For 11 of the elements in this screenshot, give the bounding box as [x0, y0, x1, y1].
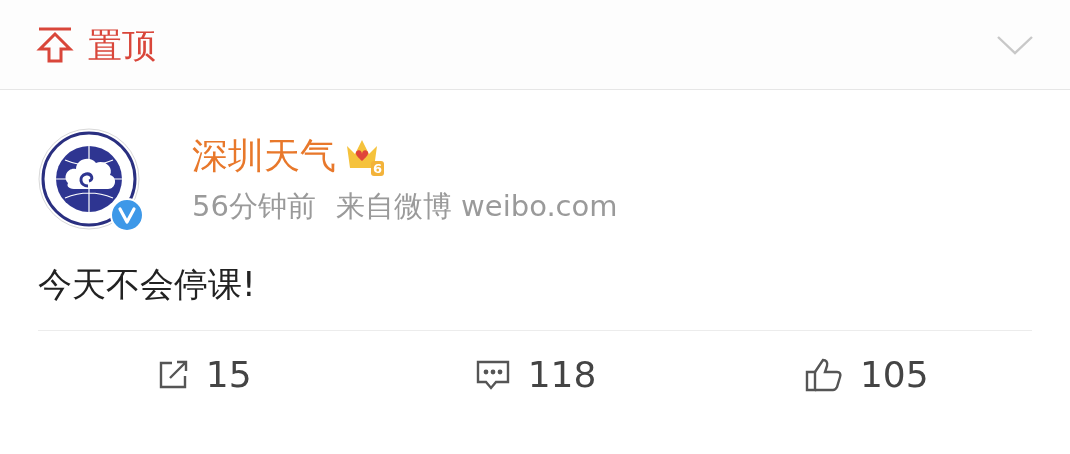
pinned-label: 置顶	[88, 27, 156, 62]
chevron-down-icon[interactable]	[996, 33, 1034, 56]
post-source: 来自微博 weibo.com	[335, 192, 618, 221]
thumbs-up-icon	[803, 357, 844, 393]
post-text: 今天不会停课!	[38, 264, 256, 304]
comment-button[interactable]: 118	[369, 357, 701, 393]
post-time: 56分钟前	[192, 192, 316, 221]
repost-button[interactable]: 15	[38, 357, 370, 393]
pin-up-arrow-icon	[36, 25, 74, 64]
member-level: 6	[370, 161, 384, 176]
like-button[interactable]: 105	[700, 357, 1032, 393]
